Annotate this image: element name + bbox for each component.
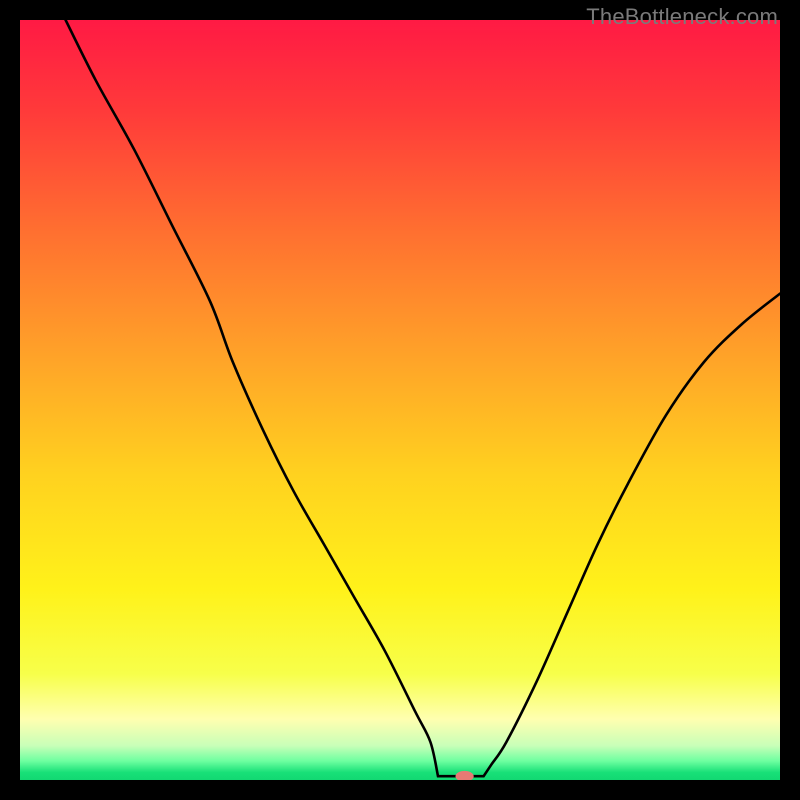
bottleneck-chart	[20, 20, 780, 780]
chart-frame: TheBottleneck.com	[0, 0, 800, 800]
watermark: TheBottleneck.com	[586, 4, 778, 30]
plot-area	[20, 20, 780, 780]
gradient-background	[20, 20, 780, 780]
